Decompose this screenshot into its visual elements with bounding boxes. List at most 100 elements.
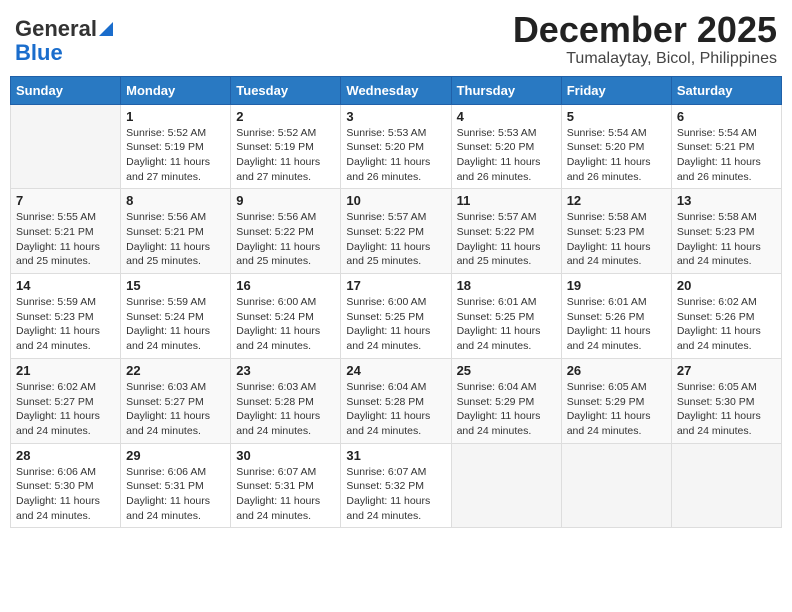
day-number: 23 [236, 363, 335, 378]
calendar-cell: 21 Sunrise: 6:02 AMSunset: 5:27 PMDayligh… [11, 358, 121, 443]
day-info: Sunrise: 5:58 AMSunset: 5:23 PMDaylight:… [567, 210, 666, 269]
day-number: 28 [16, 448, 115, 463]
day-info: Sunrise: 5:54 AMSunset: 5:20 PMDaylight:… [567, 126, 666, 185]
day-info: Sunrise: 5:59 AMSunset: 5:24 PMDaylight:… [126, 295, 225, 354]
calendar-cell: 9 Sunrise: 5:56 AMSunset: 5:22 PMDaylight… [231, 189, 341, 274]
day-number: 17 [346, 278, 445, 293]
calendar-cell: 1 Sunrise: 5:52 AMSunset: 5:19 PMDaylight… [121, 104, 231, 189]
day-number: 10 [346, 193, 445, 208]
day-info: Sunrise: 6:06 AMSunset: 5:31 PMDaylight:… [126, 465, 225, 524]
day-header-tuesday: Tuesday [231, 76, 341, 104]
calendar-cell: 30 Sunrise: 6:07 AMSunset: 5:31 PMDayligh… [231, 443, 341, 528]
day-number: 5 [567, 109, 666, 124]
day-number: 7 [16, 193, 115, 208]
calendar-cell: 11Sunrise: 5:57 AMSunset: 5:22 PMDayligh… [451, 189, 561, 274]
day-number: 26 [567, 363, 666, 378]
day-number: 22 [126, 363, 225, 378]
day-info: Sunrise: 5:53 AMSunset: 5:20 PMDaylight:… [457, 126, 556, 185]
day-info: Sunrise: 5:56 AMSunset: 5:21 PMDaylight:… [126, 210, 225, 269]
day-header-sunday: Sunday [11, 76, 121, 104]
calendar-cell: 26 Sunrise: 6:05 AMSunset: 5:29 PMDayligh… [561, 358, 671, 443]
day-info: Sunrise: 6:02 AMSunset: 5:26 PMDaylight:… [677, 295, 776, 354]
calendar-cell: 20 Sunrise: 6:02 AMSunset: 5:26 PMDayligh… [671, 274, 781, 359]
day-number: 25 [457, 363, 556, 378]
calendar-cell: 31 Sunrise: 6:07 AMSunset: 5:32 PMDayligh… [341, 443, 451, 528]
day-number: 3 [346, 109, 445, 124]
day-number: 11 [457, 193, 556, 208]
day-number: 4 [457, 109, 556, 124]
calendar-cell: 17 Sunrise: 6:00 AMSunset: 5:25 PMDayligh… [341, 274, 451, 359]
day-header-wednesday: Wednesday [341, 76, 451, 104]
calendar-cell: 18Sunrise: 6:01 AMSunset: 5:25 PMDayligh… [451, 274, 561, 359]
calendar-cell: 12 Sunrise: 5:58 AMSunset: 5:23 PMDayligh… [561, 189, 671, 274]
page-header: General Blue December 2025 Tumalaytay, B… [10, 10, 782, 68]
day-number: 30 [236, 448, 335, 463]
calendar-cell: 6 Sunrise: 5:54 AMSunset: 5:21 PMDaylight… [671, 104, 781, 189]
calendar-cell [11, 104, 121, 189]
calendar-cell: 4 Sunrise: 5:53 AMSunset: 5:20 PMDaylight… [451, 104, 561, 189]
day-header-monday: Monday [121, 76, 231, 104]
day-info: Sunrise: 6:00 AMSunset: 5:25 PMDaylight:… [346, 295, 445, 354]
calendar-cell: 19 Sunrise: 6:01 AMSunset: 5:26 PMDayligh… [561, 274, 671, 359]
day-info: Sunrise: 5:52 AMSunset: 5:19 PMDaylight:… [236, 126, 335, 185]
day-number: 12 [567, 193, 666, 208]
day-number: 21 [16, 363, 115, 378]
day-number: 13 [677, 193, 776, 208]
calendar-cell: 28 Sunrise: 6:06 AMSunset: 5:30 PMDayligh… [11, 443, 121, 528]
calendar-week-row: 1 Sunrise: 5:52 AMSunset: 5:19 PMDaylight… [11, 104, 782, 189]
logo-general-text: General [15, 16, 97, 42]
day-number: 9 [236, 193, 335, 208]
day-info: Sunrise: 5:57 AMSunset: 5:22 PMDaylight:… [346, 210, 445, 269]
day-info: Sunrise: 6:07 AMSunset: 5:32 PMDaylight:… [346, 465, 445, 524]
day-info: Sunrise: 6:04 AMSunset: 5:29 PMDaylight:… [457, 380, 556, 439]
calendar-cell: 22 Sunrise: 6:03 AMSunset: 5:27 PMDayligh… [121, 358, 231, 443]
month-title: December 2025 [513, 10, 777, 50]
day-info: Sunrise: 6:01 AMSunset: 5:26 PMDaylight:… [567, 295, 666, 354]
day-info: Sunrise: 5:56 AMSunset: 5:22 PMDaylight:… [236, 210, 335, 269]
day-number: 8 [126, 193, 225, 208]
calendar-cell: 13 Sunrise: 5:58 AMSunset: 5:23 PMDayligh… [671, 189, 781, 274]
calendar-cell: 16 Sunrise: 6:00 AMSunset: 5:24 PMDayligh… [231, 274, 341, 359]
logo-triangle-icon [99, 20, 113, 36]
day-info: Sunrise: 6:00 AMSunset: 5:24 PMDaylight:… [236, 295, 335, 354]
day-number: 19 [567, 278, 666, 293]
day-info: Sunrise: 5:59 AMSunset: 5:23 PMDaylight:… [16, 295, 115, 354]
calendar-cell: 7 Sunrise: 5:55 AMSunset: 5:21 PMDaylight… [11, 189, 121, 274]
day-info: Sunrise: 6:02 AMSunset: 5:27 PMDaylight:… [16, 380, 115, 439]
day-info: Sunrise: 6:03 AMSunset: 5:28 PMDaylight:… [236, 380, 335, 439]
calendar-cell: 5 Sunrise: 5:54 AMSunset: 5:20 PMDaylight… [561, 104, 671, 189]
calendar-cell: 3Sunrise: 5:53 AMSunset: 5:20 PMDaylight… [341, 104, 451, 189]
calendar-cell: 23 Sunrise: 6:03 AMSunset: 5:28 PMDayligh… [231, 358, 341, 443]
calendar-cell: 10 Sunrise: 5:57 AMSunset: 5:22 PMDayligh… [341, 189, 451, 274]
day-info: Sunrise: 6:06 AMSunset: 5:30 PMDaylight:… [16, 465, 115, 524]
day-number: 29 [126, 448, 225, 463]
day-number: 27 [677, 363, 776, 378]
day-header-thursday: Thursday [451, 76, 561, 104]
calendar-cell: 24Sunrise: 6:04 AMSunset: 5:28 PMDayligh… [341, 358, 451, 443]
day-info: Sunrise: 6:01 AMSunset: 5:25 PMDaylight:… [457, 295, 556, 354]
day-number: 1 [126, 109, 225, 124]
day-info: Sunrise: 6:05 AMSunset: 5:29 PMDaylight:… [567, 380, 666, 439]
calendar-cell: 8 Sunrise: 5:56 AMSunset: 5:21 PMDaylight… [121, 189, 231, 274]
day-info: Sunrise: 5:54 AMSunset: 5:21 PMDaylight:… [677, 126, 776, 185]
day-info: Sunrise: 6:05 AMSunset: 5:30 PMDaylight:… [677, 380, 776, 439]
calendar-cell [671, 443, 781, 528]
logo: General Blue [15, 16, 113, 66]
day-info: Sunrise: 5:55 AMSunset: 5:21 PMDaylight:… [16, 210, 115, 269]
day-info: Sunrise: 5:52 AMSunset: 5:19 PMDaylight:… [126, 126, 225, 185]
calendar-cell: 29 Sunrise: 6:06 AMSunset: 5:31 PMDayligh… [121, 443, 231, 528]
day-info: Sunrise: 6:03 AMSunset: 5:27 PMDaylight:… [126, 380, 225, 439]
day-number: 15 [126, 278, 225, 293]
day-number: 14 [16, 278, 115, 293]
day-number: 6 [677, 109, 776, 124]
day-number: 20 [677, 278, 776, 293]
day-number: 16 [236, 278, 335, 293]
day-info: Sunrise: 5:58 AMSunset: 5:23 PMDaylight:… [677, 210, 776, 269]
calendar-cell: 2Sunrise: 5:52 AMSunset: 5:19 PMDaylight… [231, 104, 341, 189]
day-number: 24 [346, 363, 445, 378]
day-header-friday: Friday [561, 76, 671, 104]
day-number: 31 [346, 448, 445, 463]
calendar-header-row: SundayMondayTuesdayWednesdayThursdayFrid… [11, 76, 782, 104]
day-info: Sunrise: 6:07 AMSunset: 5:31 PMDaylight:… [236, 465, 335, 524]
logo-blue-text: Blue [15, 40, 63, 66]
